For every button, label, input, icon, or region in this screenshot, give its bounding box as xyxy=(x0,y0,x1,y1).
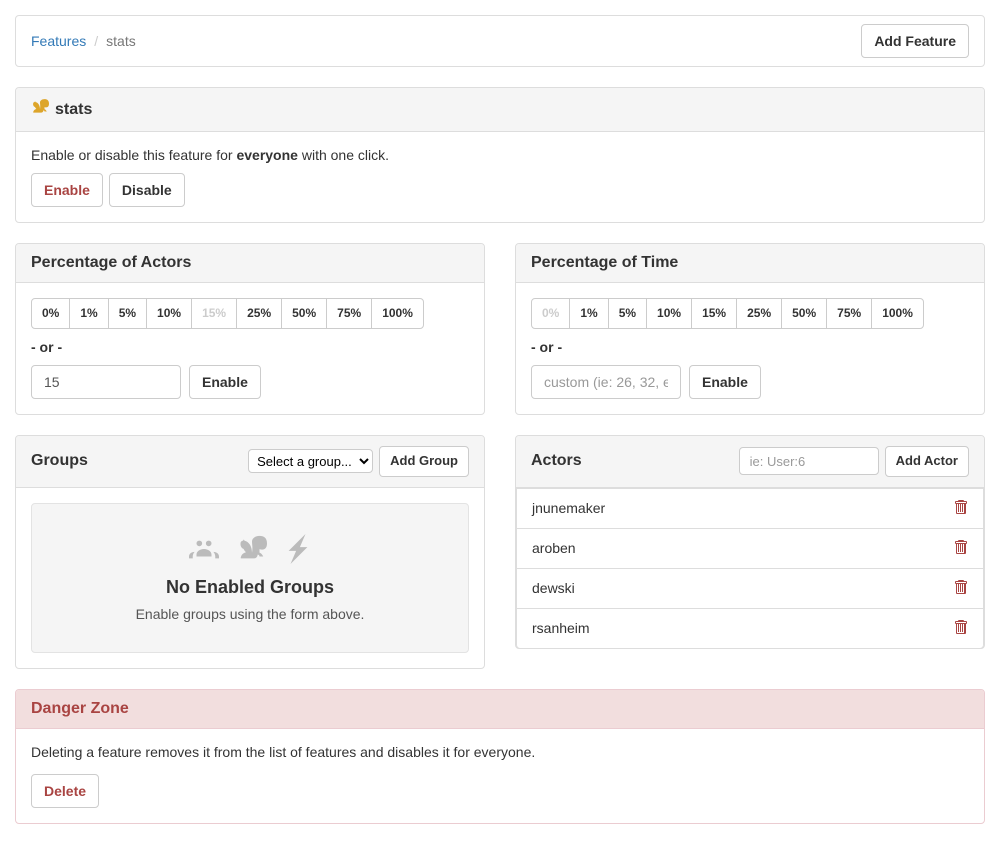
percentage-actors-title: Percentage of Actors xyxy=(31,254,191,272)
feature-name: stats xyxy=(55,101,92,119)
percentage-actors-input[interactable] xyxy=(31,365,181,399)
trash-icon[interactable] xyxy=(954,579,968,598)
groups-empty-text: Enable groups using the form above. xyxy=(52,606,448,622)
groups-empty-icons xyxy=(52,534,448,567)
percentage-actors-enable-button[interactable]: Enable xyxy=(189,365,261,399)
percentage-time-title: Percentage of Time xyxy=(531,254,678,272)
pct-time-btn-10[interactable]: 10% xyxy=(646,298,692,329)
pct-actors-btn-50[interactable]: 50% xyxy=(281,298,327,329)
percentage-time-or: - or - xyxy=(531,339,969,355)
delete-feature-button[interactable]: Delete xyxy=(31,774,99,808)
pct-time-btn-100[interactable]: 100% xyxy=(871,298,924,329)
add-actor-button[interactable]: Add Actor xyxy=(885,446,969,477)
feature-desc-prefix: Enable or disable this feature for xyxy=(31,147,236,163)
percentage-time-heading: Percentage of Time xyxy=(516,244,984,283)
topbar: Features / stats Add Feature xyxy=(15,15,985,67)
groups-empty-state: No Enabled Groups Enable groups using th… xyxy=(31,503,469,653)
percentage-actors-panel: Percentage of Actors 0%1%5%10%15%25%50%7… xyxy=(15,243,485,415)
feature-body: Enable or disable this feature for every… xyxy=(16,132,984,222)
actor-row: rsanheim xyxy=(516,608,984,649)
pct-time-btn-5[interactable]: 5% xyxy=(608,298,647,329)
danger-zone-text: Deleting a feature removes it from the l… xyxy=(31,744,969,760)
actors-add-input[interactable] xyxy=(739,447,879,475)
bolt-icon xyxy=(285,534,311,567)
feature-panel: stats Enable or disable this feature for… xyxy=(15,87,985,223)
pct-actors-btn-15[interactable]: 15% xyxy=(191,298,237,329)
pct-actors-btn-5[interactable]: 5% xyxy=(108,298,147,329)
disable-all-button[interactable]: Disable xyxy=(109,173,185,207)
groups-panel: Groups Select a group... Add Group xyxy=(15,435,485,669)
pct-time-btn-1[interactable]: 1% xyxy=(569,298,608,329)
people-icon xyxy=(189,534,219,567)
feature-heading: stats xyxy=(16,88,984,132)
pct-actors-btn-1[interactable]: 1% xyxy=(69,298,108,329)
percentage-time-input[interactable] xyxy=(531,365,681,399)
actor-name: rsanheim xyxy=(532,620,590,636)
groups-title: Groups xyxy=(31,452,88,470)
pct-time-btn-50[interactable]: 50% xyxy=(781,298,827,329)
percentage-actors-or: - or - xyxy=(31,339,469,355)
actors-panel: Actors Add Actor jnunemaker aroben dewski r… xyxy=(515,435,985,649)
breadcrumb-features-link[interactable]: Features xyxy=(31,33,86,49)
percentage-time-enable-button[interactable]: Enable xyxy=(689,365,761,399)
pct-actors-btn-10[interactable]: 10% xyxy=(146,298,192,329)
add-feature-button[interactable]: Add Feature xyxy=(861,24,969,58)
breadcrumb: Features / stats xyxy=(31,33,136,49)
enable-all-button[interactable]: Enable xyxy=(31,173,103,207)
actor-row: jnunemaker xyxy=(516,488,984,529)
actors-title: Actors xyxy=(531,452,582,470)
breadcrumb-current: stats xyxy=(106,33,136,49)
squirrel-grey-icon xyxy=(237,534,267,567)
percentage-time-panel: Percentage of Time 0%1%5%10%15%25%50%75%… xyxy=(515,243,985,415)
actor-row: aroben xyxy=(516,528,984,569)
groups-heading: Groups Select a group... Add Group xyxy=(16,436,484,488)
actor-name: dewski xyxy=(532,580,575,596)
percentage-time-options: 0%1%5%10%15%25%50%75%100% xyxy=(531,298,969,329)
danger-zone-heading: Danger Zone xyxy=(16,690,984,729)
groups-empty-heading: No Enabled Groups xyxy=(52,577,448,598)
actor-name: aroben xyxy=(532,540,576,556)
danger-zone-panel: Danger Zone Deleting a feature removes i… xyxy=(15,689,985,824)
actor-name: jnunemaker xyxy=(532,500,605,516)
groups-select[interactable]: Select a group... xyxy=(248,449,373,473)
trash-icon[interactable] xyxy=(954,499,968,518)
pct-time-btn-75[interactable]: 75% xyxy=(826,298,872,329)
pct-actors-btn-100[interactable]: 100% xyxy=(371,298,424,329)
percentage-actors-options: 0%1%5%10%15%25%50%75%100% xyxy=(31,298,469,329)
feature-desc-bold: everyone xyxy=(236,147,297,163)
actors-list: jnunemaker aroben dewski rsanheim xyxy=(516,488,984,649)
actor-row: dewski xyxy=(516,568,984,609)
squirrel-icon xyxy=(31,98,49,121)
pct-time-btn-0[interactable]: 0% xyxy=(531,298,570,329)
feature-desc-suffix: with one click. xyxy=(298,147,389,163)
breadcrumb-separator: / xyxy=(94,33,98,49)
danger-zone-title: Danger Zone xyxy=(31,700,129,718)
trash-icon[interactable] xyxy=(954,539,968,558)
trash-icon[interactable] xyxy=(954,619,968,638)
pct-actors-btn-0[interactable]: 0% xyxy=(31,298,70,329)
pct-time-btn-15[interactable]: 15% xyxy=(691,298,737,329)
feature-description: Enable or disable this feature for every… xyxy=(31,147,969,163)
percentage-actors-heading: Percentage of Actors xyxy=(16,244,484,283)
pct-time-btn-25[interactable]: 25% xyxy=(736,298,782,329)
pct-actors-btn-75[interactable]: 75% xyxy=(326,298,372,329)
add-group-button[interactable]: Add Group xyxy=(379,446,469,477)
pct-actors-btn-25[interactable]: 25% xyxy=(236,298,282,329)
actors-heading: Actors Add Actor xyxy=(516,436,984,488)
